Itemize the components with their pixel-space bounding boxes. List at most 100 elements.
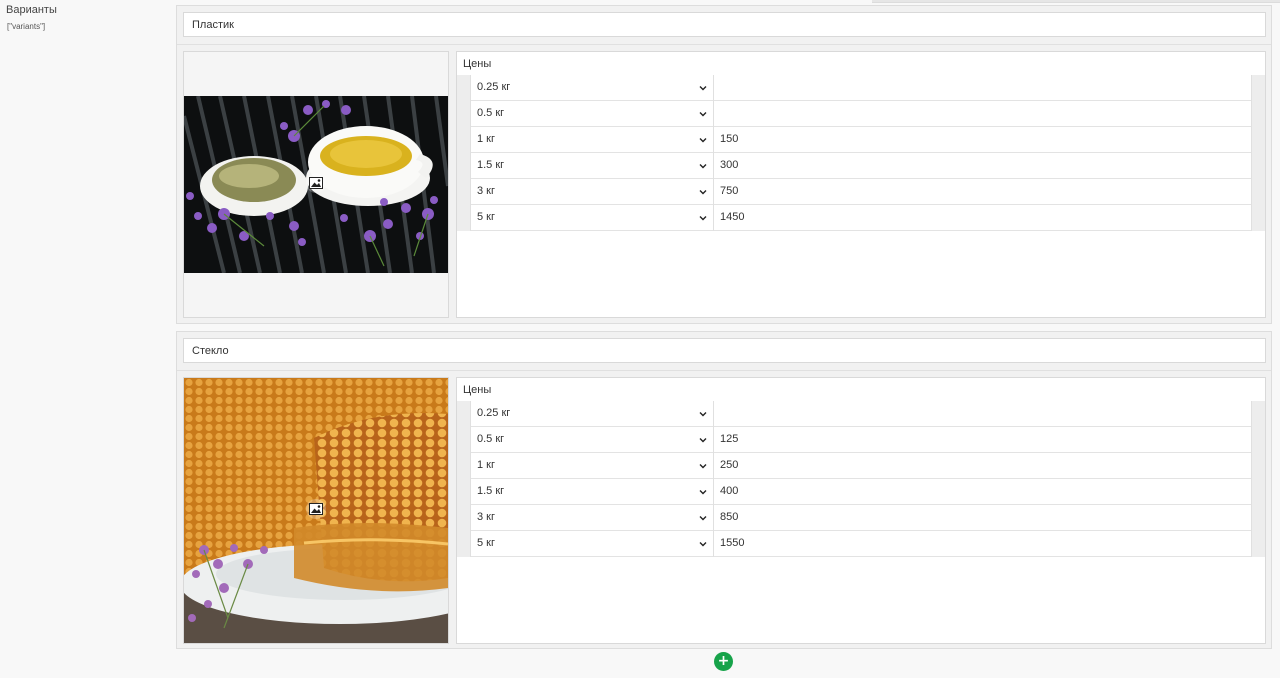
row-drag-handle[interactable] bbox=[457, 179, 471, 205]
table-row: 0.25 кг bbox=[457, 75, 1265, 101]
row-scroll-handle[interactable] bbox=[1251, 531, 1265, 557]
prices-table: Цены 0.25 кг 0.5 кг 1 кг 150 1.5 кг 300 … bbox=[456, 51, 1266, 318]
chevron-down-icon bbox=[699, 138, 707, 143]
chevron-down-icon bbox=[699, 438, 707, 443]
weight-value: 5 кг bbox=[477, 537, 495, 549]
variant-item: Цены 0.25 кг 0.5 кг 125 1 кг 250 bbox=[176, 331, 1272, 649]
row-scroll-handle[interactable] bbox=[1251, 101, 1265, 127]
weight-select[interactable]: 5 кг bbox=[471, 531, 714, 557]
prices-table: Цены 0.25 кг 0.5 кг 125 1 кг 250 1.5 кг … bbox=[456, 377, 1266, 644]
weight-select[interactable]: 0.25 кг bbox=[471, 75, 714, 101]
price-input[interactable] bbox=[715, 101, 1251, 127]
divider bbox=[177, 44, 1271, 45]
table-row: 0.5 кг bbox=[457, 101, 1265, 127]
weight-select[interactable]: 1.5 кг bbox=[471, 479, 714, 505]
table-row: 3 кг 750 bbox=[457, 179, 1265, 205]
row-scroll-handle[interactable] bbox=[1251, 127, 1265, 153]
weight-value: 3 кг bbox=[477, 185, 495, 197]
row-scroll-handle[interactable] bbox=[1251, 205, 1265, 231]
weight-value: 0.5 кг bbox=[477, 433, 505, 445]
price-input[interactable]: 1450 bbox=[715, 205, 1251, 231]
row-scroll-handle[interactable] bbox=[1251, 401, 1265, 427]
row-scroll-handle[interactable] bbox=[1251, 153, 1265, 179]
weight-select[interactable]: 1 кг bbox=[471, 127, 714, 153]
price-rows: 0.25 кг 0.5 кг 1 кг 150 1.5 кг 300 3 кг … bbox=[457, 75, 1265, 231]
row-drag-handle[interactable] bbox=[457, 505, 471, 531]
price-input[interactable]: 400 bbox=[715, 479, 1251, 505]
table-row: 1 кг 150 bbox=[457, 127, 1265, 153]
weight-value: 0.5 кг bbox=[477, 107, 505, 119]
row-drag-handle[interactable] bbox=[457, 75, 471, 101]
price-input[interactable]: 150 bbox=[715, 127, 1251, 153]
weight-select[interactable]: 5 кг bbox=[471, 205, 714, 231]
weight-select[interactable]: 0.5 кг bbox=[471, 427, 714, 453]
row-scroll-handle[interactable] bbox=[1251, 479, 1265, 505]
row-scroll-handle[interactable] bbox=[1251, 179, 1265, 205]
price-input[interactable] bbox=[715, 75, 1251, 101]
row-scroll-handle[interactable] bbox=[1251, 427, 1265, 453]
price-input[interactable]: 850 bbox=[715, 505, 1251, 531]
row-drag-handle[interactable] bbox=[457, 127, 471, 153]
row-scroll-handle[interactable] bbox=[1251, 75, 1265, 101]
chevron-down-icon bbox=[699, 164, 707, 169]
variant-name-input[interactable] bbox=[183, 338, 1266, 363]
weight-value: 1.5 кг bbox=[477, 485, 505, 497]
prices-title: Цены bbox=[463, 384, 492, 396]
row-drag-handle[interactable] bbox=[457, 531, 471, 557]
chevron-down-icon bbox=[699, 190, 707, 195]
top-divider bbox=[872, 0, 1280, 3]
row-drag-handle[interactable] bbox=[457, 101, 471, 127]
chevron-down-icon bbox=[699, 542, 707, 547]
table-row: 5 кг 1450 bbox=[457, 205, 1265, 231]
weight-value: 5 кг bbox=[477, 211, 495, 223]
chevron-down-icon bbox=[699, 464, 707, 469]
chevron-down-icon bbox=[699, 216, 707, 221]
table-row: 5 кг 1550 bbox=[457, 531, 1265, 557]
field-label: Варианты bbox=[6, 4, 57, 16]
weight-select[interactable]: 1.5 кг bbox=[471, 153, 714, 179]
price-input[interactable]: 1550 bbox=[715, 531, 1251, 557]
weight-select[interactable]: 3 кг bbox=[471, 505, 714, 531]
add-variant-button[interactable]: + bbox=[714, 652, 733, 671]
table-row: 1.5 кг 300 bbox=[457, 153, 1265, 179]
chevron-down-icon bbox=[699, 112, 707, 117]
price-input[interactable]: 250 bbox=[715, 453, 1251, 479]
row-scroll-handle[interactable] bbox=[1251, 505, 1265, 531]
weight-value: 1 кг bbox=[477, 459, 495, 471]
row-drag-handle[interactable] bbox=[457, 427, 471, 453]
row-drag-handle[interactable] bbox=[457, 153, 471, 179]
variant-image-picker[interactable] bbox=[183, 377, 449, 644]
chevron-down-icon bbox=[699, 490, 707, 495]
weight-select[interactable]: 3 кг bbox=[471, 179, 714, 205]
chevron-down-icon bbox=[699, 412, 707, 417]
weight-value: 1 кг bbox=[477, 133, 495, 145]
divider bbox=[177, 370, 1271, 371]
variant-image-picker[interactable] bbox=[183, 51, 449, 318]
variant-name-input[interactable] bbox=[183, 12, 1266, 37]
price-input[interactable]: 300 bbox=[715, 153, 1251, 179]
price-input[interactable]: 125 bbox=[715, 427, 1251, 453]
price-input[interactable] bbox=[715, 401, 1251, 427]
row-drag-handle[interactable] bbox=[457, 401, 471, 427]
row-scroll-handle[interactable] bbox=[1251, 453, 1265, 479]
weight-select[interactable]: 1 кг bbox=[471, 453, 714, 479]
chevron-down-icon bbox=[699, 516, 707, 521]
weight-value: 0.25 кг bbox=[477, 81, 511, 93]
weight-select[interactable]: 0.5 кг bbox=[471, 101, 714, 127]
weight-select[interactable]: 0.25 кг bbox=[471, 401, 714, 427]
weight-value: 3 кг bbox=[477, 511, 495, 523]
image-icon bbox=[306, 499, 326, 519]
prices-title: Цены bbox=[463, 58, 492, 70]
weight-value: 0.25 кг bbox=[477, 407, 511, 419]
table-row: 3 кг 850 bbox=[457, 505, 1265, 531]
chevron-down-icon bbox=[699, 86, 707, 91]
price-rows: 0.25 кг 0.5 кг 125 1 кг 250 1.5 кг 400 3… bbox=[457, 401, 1265, 557]
row-drag-handle[interactable] bbox=[457, 453, 471, 479]
plus-circle-icon: + bbox=[717, 653, 730, 669]
price-input[interactable]: 750 bbox=[715, 179, 1251, 205]
table-row: 0.5 кг 125 bbox=[457, 427, 1265, 453]
table-row: 0.25 кг bbox=[457, 401, 1265, 427]
row-drag-handle[interactable] bbox=[457, 205, 471, 231]
image-icon bbox=[306, 173, 326, 193]
row-drag-handle[interactable] bbox=[457, 479, 471, 505]
